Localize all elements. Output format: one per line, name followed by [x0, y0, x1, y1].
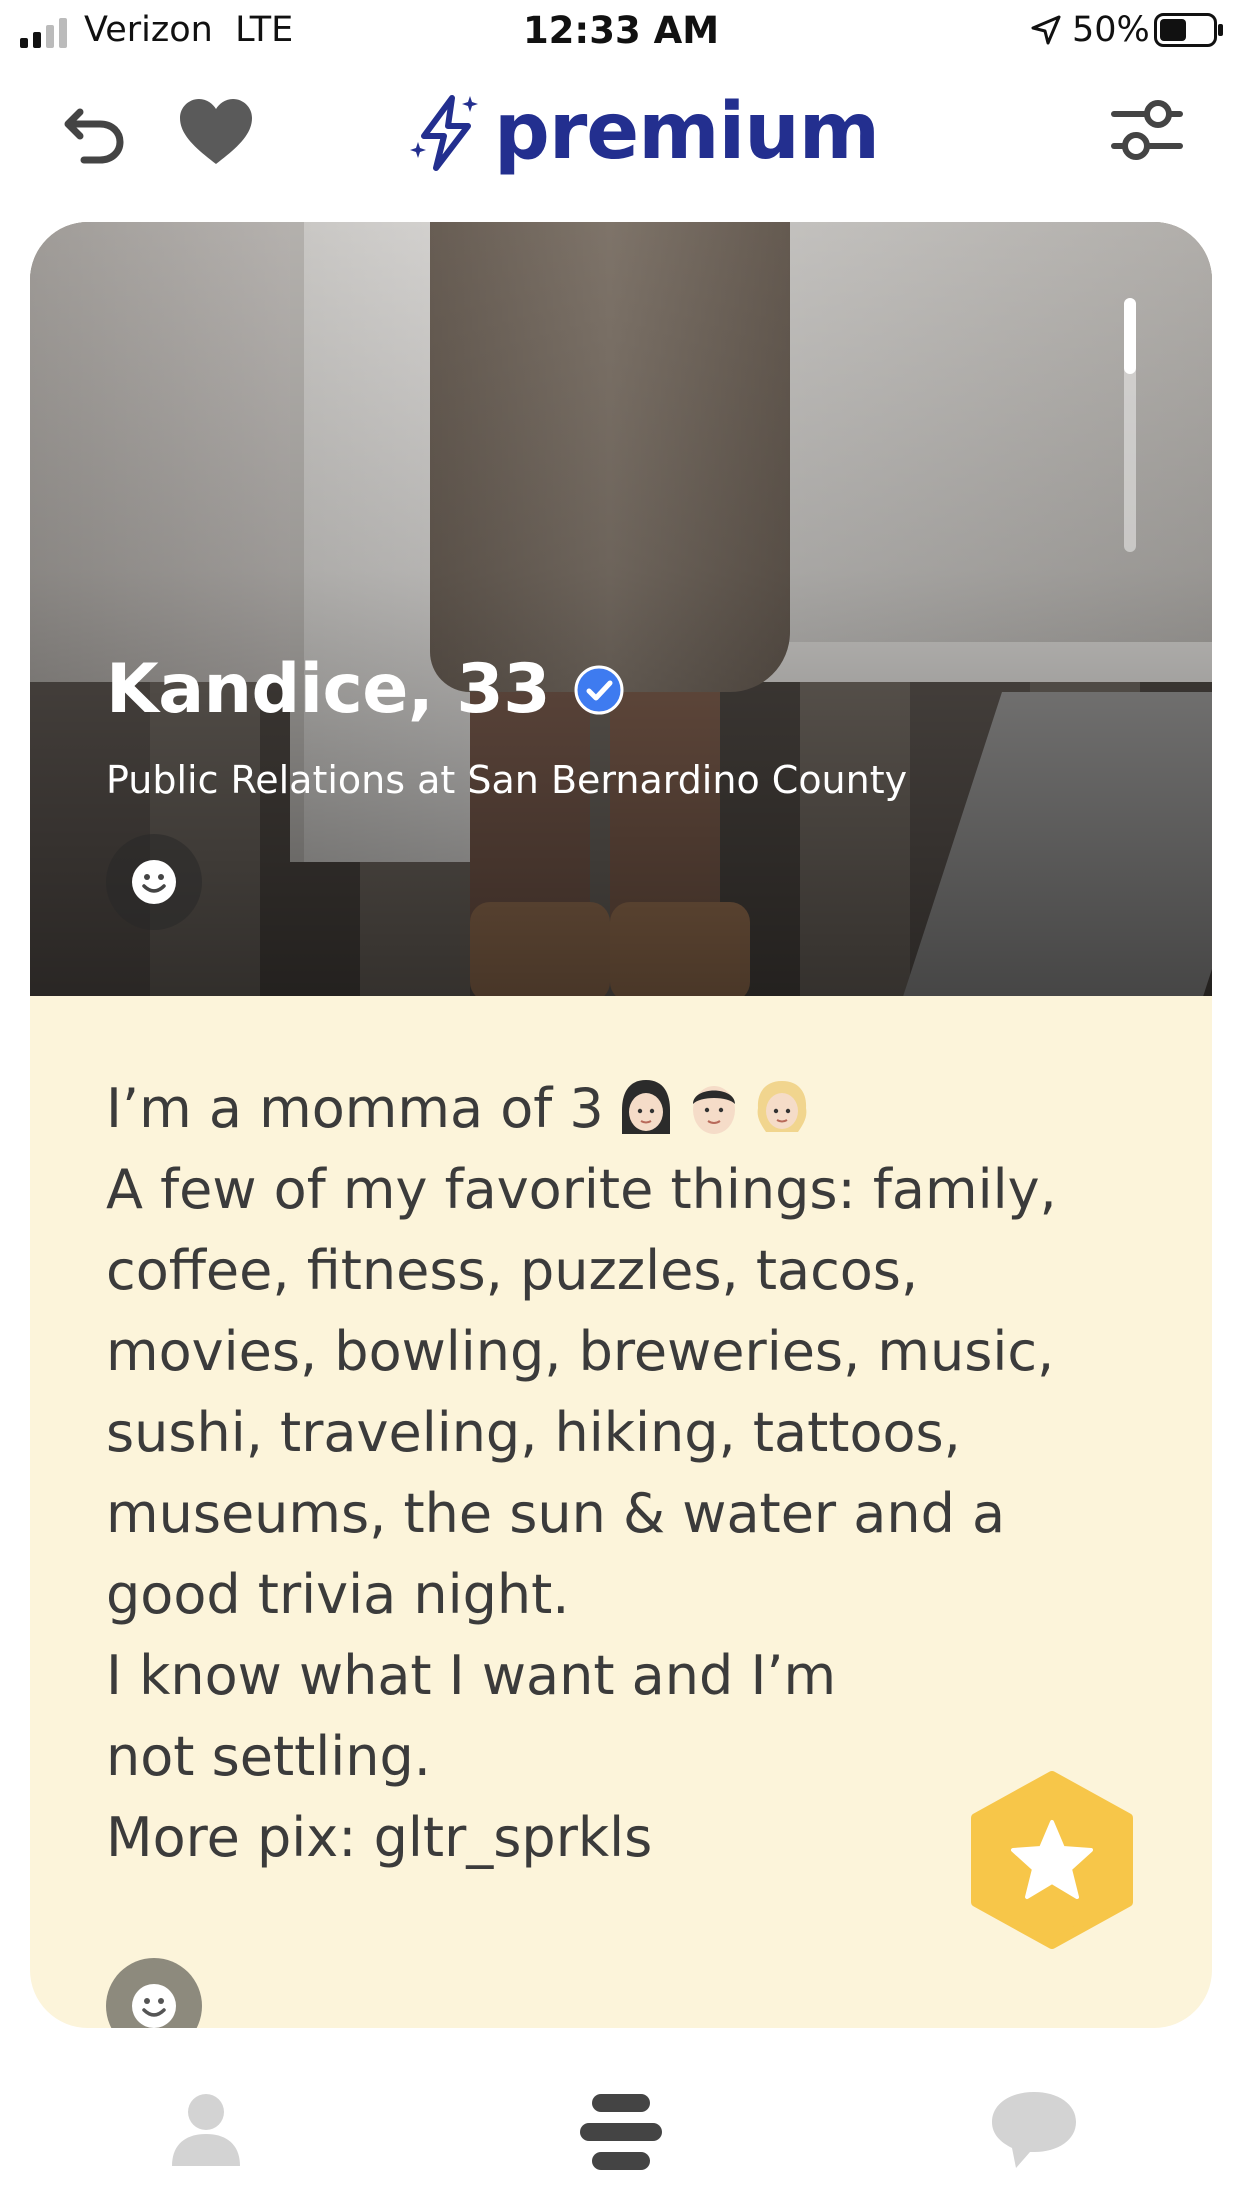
brand-label: premium	[494, 87, 880, 177]
battery-icon	[1154, 13, 1223, 47]
superswipe-star-button[interactable]	[962, 1770, 1142, 1950]
boy-emoji	[684, 1078, 744, 1138]
location-arrow-icon	[1031, 15, 1061, 45]
status-bar: Verizon LTE 12:33 AM 50%	[0, 0, 1242, 62]
photo-scroll-thumb	[1124, 298, 1136, 374]
bottom-nav	[0, 2060, 1242, 2208]
name-row: Kandice, 33	[106, 650, 624, 729]
profile-job: Public Relations at San Bernardino Count…	[106, 758, 908, 802]
bio-line: sushi, traveling, hiking, tattoos,	[106, 1401, 961, 1464]
bio-line: museums, the sun & water and a	[106, 1482, 1006, 1545]
bio-emojis	[616, 1078, 820, 1138]
smiley-icon	[132, 1984, 176, 2028]
photo-scroll-indicator[interactable]	[1124, 298, 1136, 552]
react-bio-button[interactable]	[106, 1958, 202, 2028]
bio-line: A few of my favorite things: family,	[106, 1158, 1057, 1221]
heart-icon[interactable]	[178, 98, 254, 166]
bio-line: coffee, fitness, puzzles, tacos,	[106, 1239, 919, 1302]
blond-child-emoji	[752, 1078, 812, 1138]
sparkle-bolt-icon	[410, 95, 478, 171]
undo-icon[interactable]	[60, 98, 128, 166]
react-photo-button[interactable]	[106, 834, 202, 930]
filters-icon[interactable]	[1110, 92, 1184, 168]
premium-logo[interactable]: premium	[410, 84, 880, 180]
discover-icon[interactable]	[578, 2092, 664, 2172]
profile-icon[interactable]	[170, 2092, 242, 2168]
profile-card[interactable]: Kandice, 33 Public Relations at San Bern…	[30, 222, 1212, 2028]
bio-line: movies, bowling, breweries, music,	[106, 1320, 1055, 1383]
bio-line: I’m a momma of 3	[106, 1068, 1146, 1149]
bio-line: good trivia night.	[106, 1563, 570, 1626]
battery-percent: 50%	[1072, 10, 1150, 50]
woman-emoji	[616, 1078, 676, 1138]
profile-photo[interactable]: Kandice, 33 Public Relations at San Bern…	[30, 222, 1212, 996]
top-bar: premium	[0, 70, 1242, 190]
bio-line: I know what I want and I’m	[106, 1644, 837, 1707]
profile-name-age: Kandice, 33	[106, 650, 551, 729]
verified-badge-icon[interactable]	[574, 665, 624, 715]
smiley-icon	[132, 860, 176, 904]
chat-icon[interactable]	[990, 2090, 1078, 2170]
profile-bio: I’m a momma of 3 A few of my favorite th…	[106, 1068, 1146, 1878]
